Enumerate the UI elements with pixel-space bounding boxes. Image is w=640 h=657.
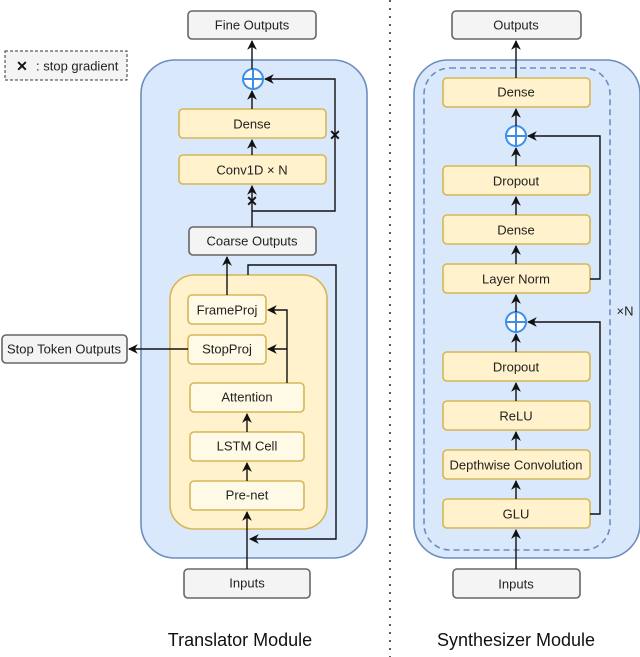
synth-dense-top-label: Dense — [497, 85, 535, 100]
synth-add-bottom-node — [505, 311, 527, 333]
synth-dense-mid-label: Dense — [497, 223, 535, 238]
relu-node: ReLU — [442, 400, 591, 431]
conv1d-node: Conv1D × N — [178, 154, 327, 185]
synth-inputs-label: Inputs — [498, 577, 534, 592]
coarse-outputs-label: Coarse Outputs — [206, 234, 298, 249]
layer-norm-node: Layer Norm — [442, 263, 591, 294]
stop-gradient-symbol: ✕ — [16, 58, 28, 74]
depthwise-conv-label: Depthwise Convolution — [450, 458, 583, 473]
synth-outputs-node: Outputs — [451, 10, 582, 40]
fine-outputs-label: Fine Outputs — [215, 18, 290, 33]
translator-inputs-label: Inputs — [229, 576, 265, 591]
frameproj-label: FrameProj — [197, 303, 258, 318]
synth-inputs-node: Inputs — [452, 568, 581, 599]
architecture-diagram: ✕ : stop gradient Fine Outputs Dense Con… — [1, 0, 640, 657]
synth-dense-mid-node: Dense — [442, 214, 591, 245]
layer-norm-label: Layer Norm — [482, 272, 550, 287]
synth-add-top-node — [505, 125, 527, 147]
lstm-label: LSTM Cell — [217, 439, 278, 454]
synth-dropout-top-label: Dropout — [493, 174, 540, 189]
coarse-outputs-node: Coarse Outputs — [188, 226, 317, 256]
legend-box: ✕ : stop gradient — [4, 50, 128, 81]
stop-token-outputs-node: Stop Token Outputs — [1, 334, 128, 364]
legend-text: : stop gradient — [36, 59, 119, 74]
conv1d-label: Conv1D × N — [216, 163, 287, 178]
synth-outputs-label: Outputs — [493, 18, 539, 33]
prenet-node: Pre-net — [189, 480, 305, 511]
glu-node: GLU — [442, 498, 591, 529]
translator-inputs-node: Inputs — [183, 568, 311, 599]
depthwise-conv-node: Depthwise Convolution — [442, 449, 591, 480]
synth-dense-top-node: Dense — [442, 77, 591, 108]
repeat-n-label: ×N — [617, 304, 634, 319]
stop-gradient-mark-skip: ✕ — [329, 127, 341, 143]
translator-add-node — [242, 68, 264, 90]
synthesizer-title: Synthesizer Module — [437, 630, 595, 650]
stopproj-node: StopProj — [187, 334, 267, 365]
translator-title: Translator Module — [168, 630, 312, 650]
stop-gradient-mark-conv: ✕ — [246, 193, 258, 209]
glu-label: GLU — [503, 507, 530, 522]
synth-dropout-bottom-label: Dropout — [493, 360, 540, 375]
translator-dense-label: Dense — [233, 117, 271, 132]
attention-node: Attention — [189, 382, 305, 413]
relu-label: ReLU — [499, 409, 532, 424]
attention-label: Attention — [221, 390, 272, 405]
fine-outputs-node: Fine Outputs — [187, 10, 317, 40]
synthesizer-container — [413, 59, 640, 559]
frameproj-node: FrameProj — [187, 294, 267, 325]
synth-dropout-bottom-node: Dropout — [442, 351, 591, 382]
prenet-label: Pre-net — [226, 488, 269, 503]
stopproj-label: StopProj — [202, 342, 252, 357]
translator-dense-node: Dense — [178, 108, 327, 139]
stop-token-outputs-label: Stop Token Outputs — [7, 342, 121, 357]
synth-dropout-top-node: Dropout — [442, 165, 591, 196]
lstm-node: LSTM Cell — [189, 431, 305, 462]
